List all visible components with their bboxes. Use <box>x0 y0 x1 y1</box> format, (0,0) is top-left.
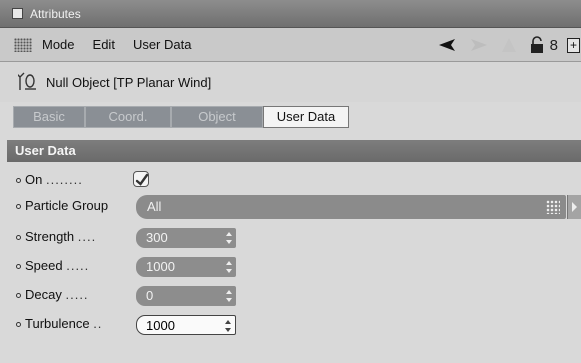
param-decay-row: Decay ..... 0 <box>0 284 581 308</box>
animation-bullet-icon[interactable] <box>16 178 21 183</box>
param-label: Particle Group <box>25 198 109 213</box>
animation-bullet-icon[interactable] <box>16 322 21 327</box>
particle-group-value: All <box>147 199 162 214</box>
speed-value: 1000 <box>146 259 175 274</box>
stepper-arrows-icon[interactable] <box>226 232 232 244</box>
param-label: Strength .... <box>25 229 97 244</box>
animation-bullet-icon[interactable] <box>16 235 21 240</box>
tab-bar: Basic Coord. Object User Data <box>13 106 349 128</box>
null-object-icon <box>18 72 36 90</box>
speed-input[interactable]: 1000 <box>136 257 236 277</box>
back-arrow-icon[interactable] <box>437 37 457 53</box>
up-arrow-icon[interactable] <box>501 37 517 53</box>
decay-input[interactable]: 0 <box>136 286 236 306</box>
param-strength-row: Strength .... 300 <box>0 226 581 250</box>
param-label: Speed ..... <box>25 258 90 273</box>
turbulence-input[interactable]: 1000 <box>136 315 236 335</box>
tab-basic[interactable]: Basic <box>13 106 85 128</box>
decay-value: 0 <box>146 288 154 303</box>
expand-arrow-icon[interactable] <box>567 195 581 219</box>
window-menu-icon[interactable] <box>12 8 23 19</box>
param-label: Turbulence .. <box>25 316 103 331</box>
param-speed-row: Speed ..... 1000 <box>0 255 581 279</box>
object-name: Null Object [TP Planar Wind] <box>46 74 212 90</box>
animation-bullet-icon[interactable] <box>16 293 21 298</box>
section-header: User Data <box>7 140 581 162</box>
menu-bar: Mode Edit User Data 8 + <box>0 28 581 62</box>
param-turbulence-row: Turbulence .. 1000 <box>0 313 581 337</box>
object-header: Null Object [TP Planar Wind] <box>0 62 581 102</box>
turbulence-value: 1000 <box>146 318 175 333</box>
strength-input[interactable]: 300 <box>136 228 236 248</box>
menu-edit[interactable]: Edit <box>93 37 115 52</box>
menu-user-data[interactable]: User Data <box>133 37 192 52</box>
stepper-arrows-icon[interactable] <box>226 290 232 302</box>
param-on-row: On ........ <box>0 169 581 193</box>
menu-mode[interactable]: Mode <box>42 37 75 52</box>
drag-grip-icon[interactable] <box>14 37 32 52</box>
lock-icon[interactable] <box>529 36 545 54</box>
tab-user-data[interactable]: User Data <box>263 106 349 128</box>
on-checkbox[interactable] <box>133 171 149 187</box>
new-window-icon[interactable]: + <box>567 37 580 53</box>
checkmark-icon <box>135 173 149 186</box>
strength-value: 300 <box>146 230 168 245</box>
tab-coord[interactable]: Coord. <box>85 106 171 128</box>
title-bar: Attributes <box>0 0 581 28</box>
stepper-arrows-icon[interactable] <box>226 261 232 273</box>
param-label: Decay ..... <box>25 287 89 302</box>
grid-dots-icon[interactable] <box>546 200 560 214</box>
param-label: On ........ <box>25 172 83 187</box>
tab-object[interactable]: Object <box>171 106 263 128</box>
stepper-arrows-icon[interactable] <box>225 320 231 332</box>
forward-arrow-icon[interactable] <box>469 37 489 53</box>
window-title: Attributes <box>30 6 81 21</box>
animation-bullet-icon[interactable] <box>16 204 21 209</box>
history-count: 8 <box>549 36 558 54</box>
particle-group-select[interactable]: All <box>136 195 566 219</box>
animation-bullet-icon[interactable] <box>16 264 21 269</box>
